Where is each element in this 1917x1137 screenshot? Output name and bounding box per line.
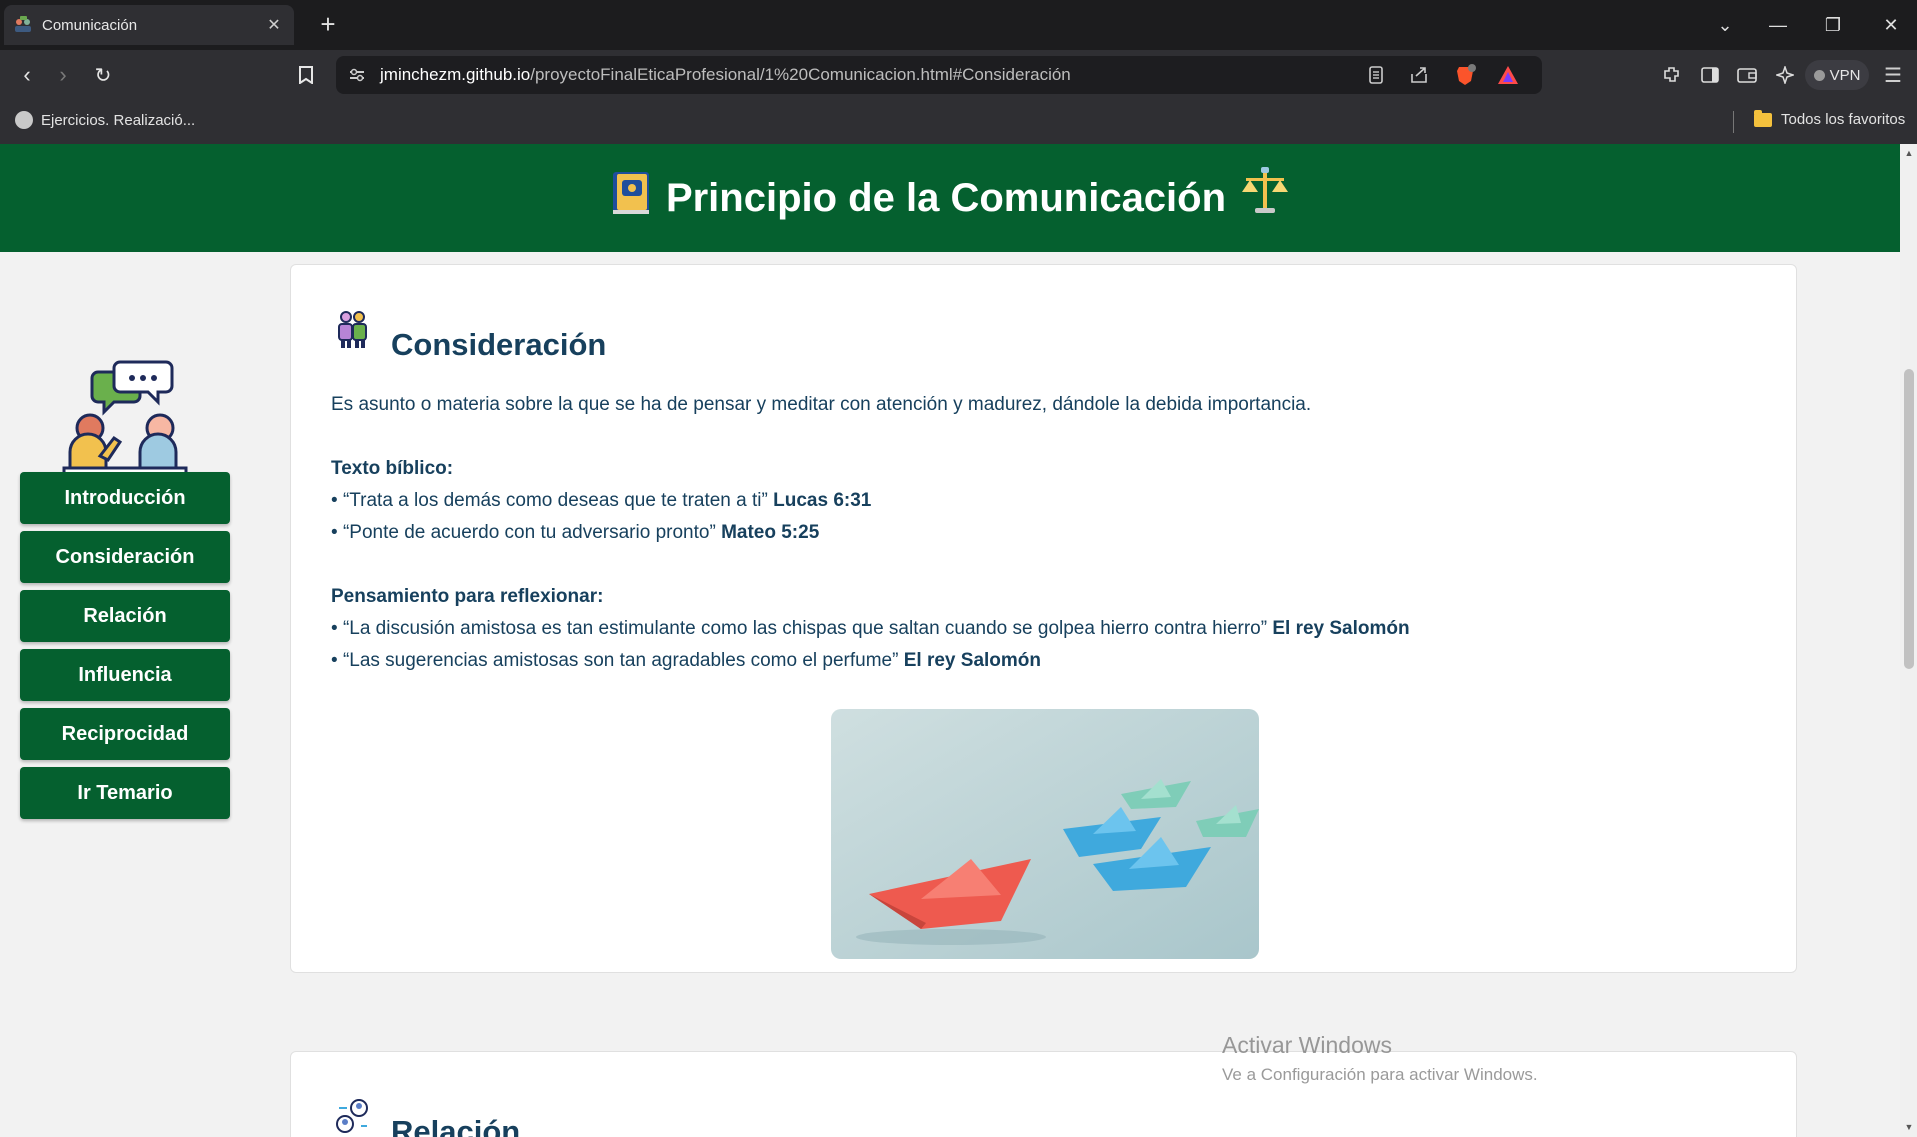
nav-button-ir-temario[interactable]: Ir Temario: [20, 767, 230, 819]
reflection-author: El rey Salomón: [1272, 618, 1410, 639]
reflection-item: • “La discusión amistosa es tan estimula…: [331, 613, 1410, 645]
new-tab-button[interactable]: +: [313, 10, 343, 40]
reflection-author: El rey Salomón: [903, 650, 1042, 671]
browser-toolbar: ‹ › ↻ jminchezm.github.io/proyectoFinalE…: [0, 50, 1917, 100]
folder-icon: [1754, 109, 1772, 127]
sidebar: Introducción Consideración Relación Infl…: [0, 252, 250, 1137]
page-title: Principio de la Comunicación: [665, 175, 1227, 220]
bible-item: • “Trata a los demás como deseas que te …: [331, 485, 871, 517]
bible-reference: Lucas 6:31: [773, 490, 872, 511]
tab-close-icon[interactable]: ✕: [264, 15, 284, 35]
reflection-heading: Pensamiento para reflexionar:: [331, 586, 604, 607]
bible-quote: “Trata a los demás como deseas que te tr…: [342, 490, 768, 511]
leo-ai-icon[interactable]: [1771, 61, 1799, 89]
bullet: •: [331, 618, 343, 639]
windows-activation-watermark: Activar Windows Ve a Configuración para …: [1222, 1032, 1538, 1085]
wallet-icon[interactable]: [1733, 61, 1761, 89]
bible-quote: “Ponte de acuerdo con tu adversario pron…: [342, 522, 716, 543]
vpn-status-icon: [1813, 69, 1825, 81]
page-scrollbar[interactable]: ▲ ▼: [1900, 144, 1917, 1137]
bible-heading: Texto bíblico:: [331, 458, 454, 479]
bullet: •: [331, 650, 343, 671]
tab-favicon-icon: [15, 16, 31, 32]
section-card-relacion: Relación: [290, 1051, 1797, 1137]
conversation-illustration-icon: [62, 360, 188, 478]
bullet: •: [331, 490, 343, 511]
reflection-quote: “Las sugerencias amistosas son tan agrad…: [342, 650, 899, 671]
section-title: Consideración: [391, 327, 607, 362]
back-button[interactable]: ‹: [12, 60, 42, 90]
watermark-line2: Ve a Configuración para activar Windows.: [1222, 1065, 1538, 1084]
bookmarks-bar: Ejercicios. Realizació... Todos los favo…: [0, 100, 1917, 144]
close-window-icon[interactable]: ✕: [1866, 0, 1916, 50]
bullet: •: [331, 522, 343, 543]
page-header: Principio de la Comunicación: [0, 144, 1900, 252]
tab-title: Comunicación: [42, 16, 138, 34]
browser-tab-bar: Comunicación ✕ + ⌄ — ❐ ✕: [0, 0, 1917, 50]
vpn-button[interactable]: VPN: [1805, 60, 1869, 90]
people-connection-icon: [336, 1099, 368, 1133]
brave-rewards-icon[interactable]: [1494, 61, 1522, 89]
brave-shields-icon[interactable]: [1452, 61, 1480, 89]
nav-button-introduccion[interactable]: Introducción: [20, 472, 230, 524]
scrollbar-thumb[interactable]: [1904, 369, 1914, 669]
bookmark-item[interactable]: Ejercicios. Realizació...: [15, 111, 195, 129]
nav-button-relacion[interactable]: Relación: [20, 590, 230, 642]
scales-emoji-icon: [1242, 167, 1289, 213]
bible-reference: Mateo 5:25: [721, 522, 820, 543]
sidebar-toggle-icon[interactable]: [1696, 61, 1724, 89]
web-page: Principio de la Comunicación Introducció…: [0, 144, 1900, 1137]
browser-tab[interactable]: Comunicación ✕: [4, 5, 294, 45]
all-bookmarks-folder[interactable]: Todos los favoritos: [1754, 109, 1906, 128]
tab-list-chevron-icon[interactable]: ⌄: [1700, 0, 1750, 50]
scroll-up-icon[interactable]: ▲: [1904, 148, 1914, 158]
nav-button-reciprocidad[interactable]: Reciprocidad: [20, 708, 230, 760]
url-path: /proyectoFinalEticaProfesional/1%20Comun…: [530, 65, 1071, 84]
forward-button[interactable]: ›: [48, 60, 78, 90]
nav-button-consideracion[interactable]: Consideración: [20, 531, 230, 583]
section-definition: Es asunto o materia sobre la que se ha d…: [331, 394, 1312, 415]
book-emoji-icon: [612, 172, 649, 214]
extensions-icon[interactable]: [1658, 61, 1686, 89]
menu-icon[interactable]: ☰: [1879, 61, 1907, 89]
section-title: Relación: [391, 1114, 521, 1137]
scroll-down-icon[interactable]: ▼: [1904, 1122, 1914, 1132]
reflection-quote: “La discusión amistosa es tan estimulant…: [342, 618, 1268, 639]
bible-item: • “Ponte de acuerdo con tu adversario pr…: [331, 517, 819, 549]
globe-icon: [15, 111, 33, 129]
people-helping-icon: [338, 311, 367, 348]
site-settings-icon[interactable]: [343, 61, 371, 89]
url-host: jminchezm.github.io: [380, 65, 531, 84]
share-icon[interactable]: [1405, 61, 1433, 89]
bookmarks-divider: [1733, 111, 1734, 133]
reader-mode-icon[interactable]: [1362, 61, 1390, 89]
vpn-label: VPN: [1829, 66, 1861, 84]
nav-button-influencia[interactable]: Influencia: [20, 649, 230, 701]
reload-button[interactable]: ↻: [88, 60, 118, 90]
bookmark-folder-label: Todos los favoritos: [1781, 111, 1906, 128]
section-card-consideracion: Consideración Es asunto o materia sobre …: [290, 264, 1797, 973]
restore-icon[interactable]: ❐: [1808, 0, 1858, 50]
paper-boats-image: [831, 709, 1259, 959]
bookmark-icon[interactable]: [291, 60, 321, 90]
bookmark-label: Ejercicios. Realizació...: [41, 111, 196, 129]
minimize-icon[interactable]: —: [1753, 0, 1803, 50]
reflection-item: • “Las sugerencias amistosas son tan agr…: [331, 645, 1041, 677]
watermark-line1: Activar Windows: [1222, 1032, 1392, 1058]
